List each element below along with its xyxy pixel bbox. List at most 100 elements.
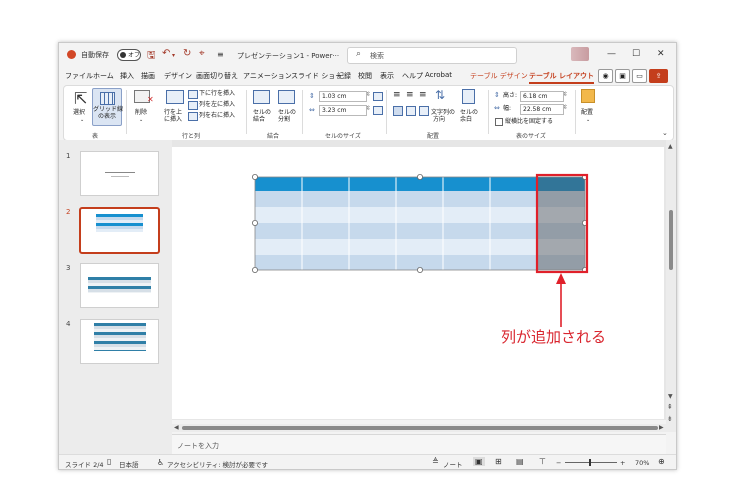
zoom-out-icon[interactable]: − <box>556 459 561 467</box>
select-button[interactable]: 選択 <box>73 109 85 116</box>
zoom-slider-track[interactable] <box>565 462 617 463</box>
table-width-input[interactable]: 22.58 cm <box>520 104 564 115</box>
tab-insert[interactable]: 挿入 <box>120 71 134 81</box>
align-bottom-icon[interactable] <box>419 106 429 116</box>
vertical-scrollbar[interactable]: ▲ ▼ ⇞ ⇟ <box>666 140 676 432</box>
table-height-stepper-icon[interactable]: ⇳ <box>563 91 568 98</box>
tab-home[interactable]: ホーム <box>93 71 114 81</box>
insert-right-button[interactable]: 列を右に挿入 <box>199 112 235 119</box>
cell-height-stepper-icon[interactable]: ⇳ <box>366 91 371 98</box>
align-top-icon[interactable] <box>393 106 403 116</box>
gridlines-button[interactable]: グリッド線 の表示 <box>92 88 123 126</box>
language-indicator[interactable]: 日本語 <box>119 459 139 469</box>
maximize-button[interactable]: ☐ <box>632 49 640 59</box>
tab-transitions[interactable]: 画面切り替え <box>196 71 238 81</box>
minimize-button[interactable]: — <box>607 49 616 59</box>
distribute-columns-icon[interactable] <box>373 106 383 115</box>
cell-width-stepper-icon[interactable]: ⇳ <box>366 105 371 112</box>
cell-margins-label-1[interactable]: セルの <box>460 109 478 116</box>
tab-view[interactable]: 表示 <box>380 71 394 81</box>
insert-left-button[interactable]: 列を左に挿入 <box>199 101 235 108</box>
account-avatar[interactable] <box>571 47 589 61</box>
undo-icon[interactable]: ↶ <box>162 48 170 59</box>
insert-below-button[interactable]: 下に行を挿入 <box>199 90 235 97</box>
cell-height-input[interactable]: 1.03 cm <box>319 91 367 102</box>
presentation-mode-icon[interactable]: ⌖ <box>199 48 205 59</box>
customize-quick-access-icon[interactable]: ≡ <box>217 50 224 59</box>
normal-view-icon[interactable]: ▣ <box>473 457 485 466</box>
distribute-rows-icon[interactable] <box>373 92 383 101</box>
comments-icon[interactable]: ▭ <box>632 69 647 83</box>
spellcheck-icon[interactable]: ▯ <box>107 457 111 466</box>
scroll-right-icon[interactable]: ▶ <box>659 424 664 431</box>
notes-icon[interactable]: ≜ <box>432 457 439 466</box>
share-button[interactable]: ⇪ <box>649 69 668 83</box>
record-icon[interactable]: ◉ <box>598 69 613 83</box>
tab-table-design[interactable]: テーブル デザイン <box>470 71 528 81</box>
insert-above-label-2[interactable]: に挿入 <box>164 116 182 123</box>
insert-above-label-1[interactable]: 行を上 <box>164 109 182 116</box>
tab-acrobat[interactable]: Acrobat <box>425 71 452 79</box>
previous-slide-icon[interactable]: ⇞ <box>667 403 673 411</box>
slide-thumbnail-3[interactable] <box>80 263 159 308</box>
fit-to-window-icon[interactable]: ⊕ <box>658 457 665 466</box>
text-direction-label-1[interactable]: 文字列の <box>431 109 455 116</box>
delete-button[interactable]: 削除 <box>135 109 147 116</box>
tab-design[interactable]: デザイン <box>164 71 192 81</box>
next-slide-icon[interactable]: ⇟ <box>667 415 673 423</box>
slide-thumbnail-2-active[interactable] <box>79 207 160 254</box>
search-box[interactable]: ⌕ 検索 <box>347 47 517 64</box>
split-label-1[interactable]: セルの <box>278 109 296 116</box>
lock-aspect-checkbox[interactable] <box>495 118 503 126</box>
cell-margins-label-2[interactable]: 余白 <box>460 116 472 123</box>
select-dropdown-icon[interactable]: ⌄ <box>80 117 84 124</box>
scroll-left-icon[interactable]: ◀ <box>174 424 179 431</box>
arrange-dropdown-icon[interactable]: ⌄ <box>586 117 590 124</box>
tab-draw[interactable]: 描画 <box>141 71 155 81</box>
align-left-icon[interactable]: ≡ <box>393 90 401 100</box>
horizontal-scrollbar[interactable]: ◀ ▶ <box>172 424 666 432</box>
tab-file[interactable]: ファイル <box>65 71 93 81</box>
text-direction-label-2[interactable]: 方向 <box>433 116 445 123</box>
table[interactable] <box>255 177 585 270</box>
tab-slideshow[interactable]: スライド ショー <box>291 71 342 81</box>
tab-record[interactable]: 記録 <box>337 71 351 81</box>
delete-dropdown-icon[interactable]: ⌄ <box>139 117 143 124</box>
split-label-2[interactable]: 分割 <box>278 116 290 123</box>
close-button[interactable]: ✕ <box>657 49 665 59</box>
redo-icon[interactable]: ↻ <box>183 48 191 59</box>
table-height-input[interactable]: 6.18 cm <box>520 91 564 102</box>
table-width-stepper-icon[interactable]: ⇳ <box>563 104 568 111</box>
tab-help[interactable]: ヘルプ <box>402 71 423 81</box>
zoom-slider-thumb[interactable] <box>589 459 591 466</box>
slideshow-view-icon[interactable]: ⊤ <box>539 457 546 466</box>
slide-thumbnail-1[interactable] <box>80 151 159 196</box>
arrange-button[interactable]: 配置 <box>581 109 593 116</box>
align-middle-icon[interactable] <box>406 106 416 116</box>
merge-label-1[interactable]: セルの <box>253 109 271 116</box>
cell-width-input[interactable]: 3.23 cm <box>319 105 367 116</box>
zoom-in-icon[interactable]: + <box>620 459 625 467</box>
undo-dropdown-icon[interactable]: ▾ <box>172 52 175 59</box>
notes-pane[interactable]: ノートを入力 <box>172 434 666 455</box>
tab-review[interactable]: 校閲 <box>358 71 372 81</box>
collapse-ribbon-icon[interactable]: ⌄ <box>662 129 668 137</box>
current-slide[interactable] <box>172 147 664 419</box>
zoom-level[interactable]: 70% <box>635 459 649 467</box>
horizontal-scroll-thumb[interactable] <box>182 426 658 430</box>
save-icon[interactable]: 🖫 <box>147 48 156 65</box>
align-center-icon[interactable]: ≡ <box>406 90 414 100</box>
vertical-scroll-thumb[interactable] <box>669 210 673 270</box>
slide-thumbnail-4[interactable] <box>80 319 159 364</box>
tab-table-layout[interactable]: テーブル レイアウト <box>529 71 595 84</box>
reading-view-icon[interactable]: ▤ <box>516 457 524 466</box>
align-right-icon[interactable]: ≡ <box>419 90 427 100</box>
present-icon[interactable]: ▣ <box>615 69 630 83</box>
notes-button[interactable]: ノート <box>443 459 463 469</box>
merge-label-2[interactable]: 結合 <box>253 116 265 123</box>
autosave-toggle[interactable]: オフ <box>117 49 141 61</box>
scroll-down-icon[interactable]: ▼ <box>668 393 673 400</box>
tab-animations[interactable]: アニメーション <box>243 71 292 81</box>
slide-sorter-icon[interactable]: ⊞ <box>495 457 502 466</box>
accessibility-status[interactable]: アクセシビリティ: 検討が必要です <box>167 459 268 469</box>
